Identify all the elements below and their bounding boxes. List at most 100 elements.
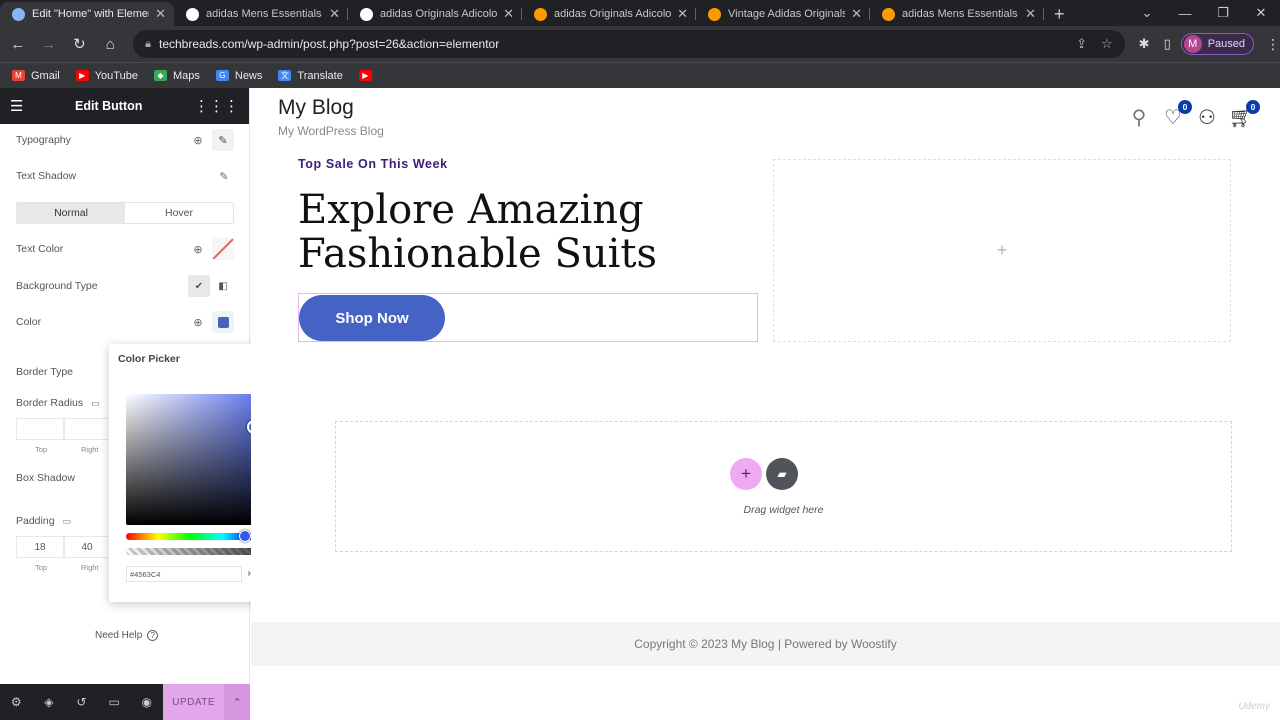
tab-hover[interactable]: Hover [125,203,233,223]
responsive-mode-icon[interactable]: ▭ [98,695,131,709]
color-row: Color ⊕ [16,311,234,333]
update-button[interactable]: UPDATE [163,684,225,720]
extensions-icon[interactable]: ✱ [1139,36,1150,52]
navigator-layers-icon[interactable]: ◈ [33,695,66,709]
border-radius-top-input[interactable] [16,418,64,440]
bookmark-item[interactable]: ◆ Maps [153,70,200,82]
menu-icon[interactable]: ☰ [10,97,23,115]
drop-zone[interactable]: + ▰ Drag widget here [335,421,1232,552]
tab-separator [1043,8,1044,20]
bookmark-favicon-icon: ▶ [75,70,89,81]
tab-strip: Edit "Home" with Elementor✕adidas Mens E… [0,0,1044,26]
panel-header: ☰ Edit Button ⋮⋮⋮ [0,88,249,124]
classic-brush-icon[interactable]: ✔ [188,275,210,297]
template-library-folder-icon[interactable]: ▰ [766,458,798,490]
background-type-label: Background Type [16,280,98,292]
settings-gear-icon[interactable]: ⚙ [0,695,33,709]
tab-close-icon[interactable]: ✕ [503,6,514,22]
eyebrow-heading[interactable]: Top Sale On This Week [298,157,448,171]
tab-close-icon[interactable]: ✕ [851,6,862,22]
tab-search-icon[interactable]: ⌄ [1128,5,1166,21]
button-widget-selected[interactable]: Shop Now [298,293,758,342]
site-title[interactable]: My Blog [278,96,354,120]
profile-chip[interactable]: M Paused [1180,33,1255,55]
text-color-swatch[interactable] [212,238,234,260]
address-bar-row: ← → ↻ ⌂ 🔒︎ techbreads.com/wp-admin/post.… [0,26,1280,62]
preview-eye-icon[interactable]: ◉ [130,695,163,709]
bookmark-item[interactable]: 文 Translate [278,70,343,82]
desktop-icon[interactable]: ▭ [91,398,100,409]
minimize-icon[interactable]: — [1166,6,1204,21]
empty-column[interactable]: + [773,159,1231,342]
search-icon[interactable]: ⚲ [1128,106,1150,129]
browser-tab[interactable]: adidas Mens Essentials Fre ✕ [870,2,1044,26]
reload-icon[interactable]: ↻ [67,35,93,53]
new-tab-button[interactable]: + [1044,2,1075,26]
hue-slider-knob[interactable] [239,530,252,542]
omnibox[interactable]: 🔒︎ techbreads.com/wp-admin/post.php?post… [133,30,1125,58]
browser-tab[interactable]: adidas Mens Essentials Fre ✕ [174,2,348,26]
global-icon[interactable]: ⊕ [188,130,208,150]
bookmark-item[interactable]: M Gmail [12,70,60,82]
padding-top-input[interactable]: 18 [16,536,64,558]
tab-close-icon[interactable]: ✕ [329,6,340,22]
close-window-icon[interactable]: ✕ [1242,5,1280,21]
home-icon[interactable]: ⌂ [97,36,123,53]
tab-normal[interactable]: Normal [17,203,125,223]
tab-close-icon[interactable]: ✕ [677,6,688,22]
share-icon[interactable]: ⇪ [1076,36,1087,52]
cart-icon[interactable]: 🛒︎ 0 [1228,100,1260,129]
hex-input[interactable] [126,566,242,582]
tab-close-icon[interactable]: ✕ [1025,6,1036,22]
browser-menu-icon[interactable]: ⋮ [1266,36,1280,53]
profile-status: Paused [1207,38,1246,50]
account-user-icon[interactable]: ⚇ [1196,106,1218,129]
global-icon[interactable]: ⊕ [188,312,208,332]
avatar: M [1183,35,1202,53]
wishlist-heart-icon[interactable]: ♡ 0 [1162,100,1192,129]
hero-headline[interactable]: Explore Amazing Fashionable Suits [298,188,718,276]
tab-favicon-icon [12,7,25,21]
border-radius-right-input[interactable] [64,418,110,440]
edit-pencil-icon[interactable]: ✎ [214,166,234,186]
bookmark-item[interactable]: ▶ YouTube [75,70,138,82]
background-type-row: Background Type ✔ ◧ [16,275,234,297]
shop-now-button[interactable]: Shop Now [299,295,445,341]
tab-close-icon[interactable]: ✕ [155,6,166,22]
desktop-icon[interactable]: ▭ [63,516,72,527]
bookmark-favicon-icon: ◆ [153,70,167,81]
side-panel-icon[interactable]: ▯ [1164,36,1171,52]
gradient-icon[interactable]: ◧ [212,275,234,297]
edit-pencil-icon[interactable]: ✎ [212,129,234,151]
color-picker-title: Color Picker [118,353,180,365]
color-swatch[interactable] [212,311,234,333]
bookmark-item[interactable]: G News [215,69,263,82]
need-help-link[interactable]: Need Help ? [95,630,159,641]
maximize-icon[interactable]: ❐ [1204,5,1242,21]
bookmark-star-icon[interactable]: ☆ [1101,36,1113,52]
add-widget-plus-icon[interactable]: + [997,240,1008,261]
browser-tab[interactable]: adidas Originals Adicolor E ✕ [522,2,696,26]
back-arrow-icon[interactable]: ← [5,36,31,53]
browser-tab[interactable]: adidas Originals Adicolor E ✕ [348,2,522,26]
border-radius-label: Border Radius [16,397,84,409]
border-type-label: Border Type [16,366,74,378]
preview-canvas: My Blog My WordPress Blog ⚲ ♡ 0 ⚇ 🛒︎ 0 Top… [251,88,1280,720]
wishlist-count-badge: 0 [1178,100,1192,114]
window-controls: ⌄ — ❐ ✕ [1128,0,1280,26]
bookmark-label: News [234,69,263,82]
update-options-chevron-icon[interactable]: ⌃ [224,684,250,720]
browser-tab[interactable]: Edit "Home" with Elementor ✕ [0,2,174,26]
global-icon[interactable]: ⊕ [188,239,208,259]
tab-title: adidas Originals Adicolor E [380,8,498,20]
add-section-plus-icon[interactable]: + [730,458,762,490]
widgets-grid-icon[interactable]: ⋮⋮⋮ [194,97,239,115]
header-icons: ⚲ ♡ 0 ⚇ 🛒︎ 0 [1128,100,1260,129]
bookmark-item[interactable]: ▶ [358,70,378,81]
color-swatch-fill [217,316,229,328]
padding-right-input[interactable]: 40 [64,536,110,558]
browser-tab[interactable]: Vintage Adidas Originals E ✕ [696,2,870,26]
forward-arrow-icon[interactable]: → [36,36,62,53]
history-icon[interactable]: ↺ [65,695,98,709]
drop-zone-buttons: + ▰ [730,458,798,490]
